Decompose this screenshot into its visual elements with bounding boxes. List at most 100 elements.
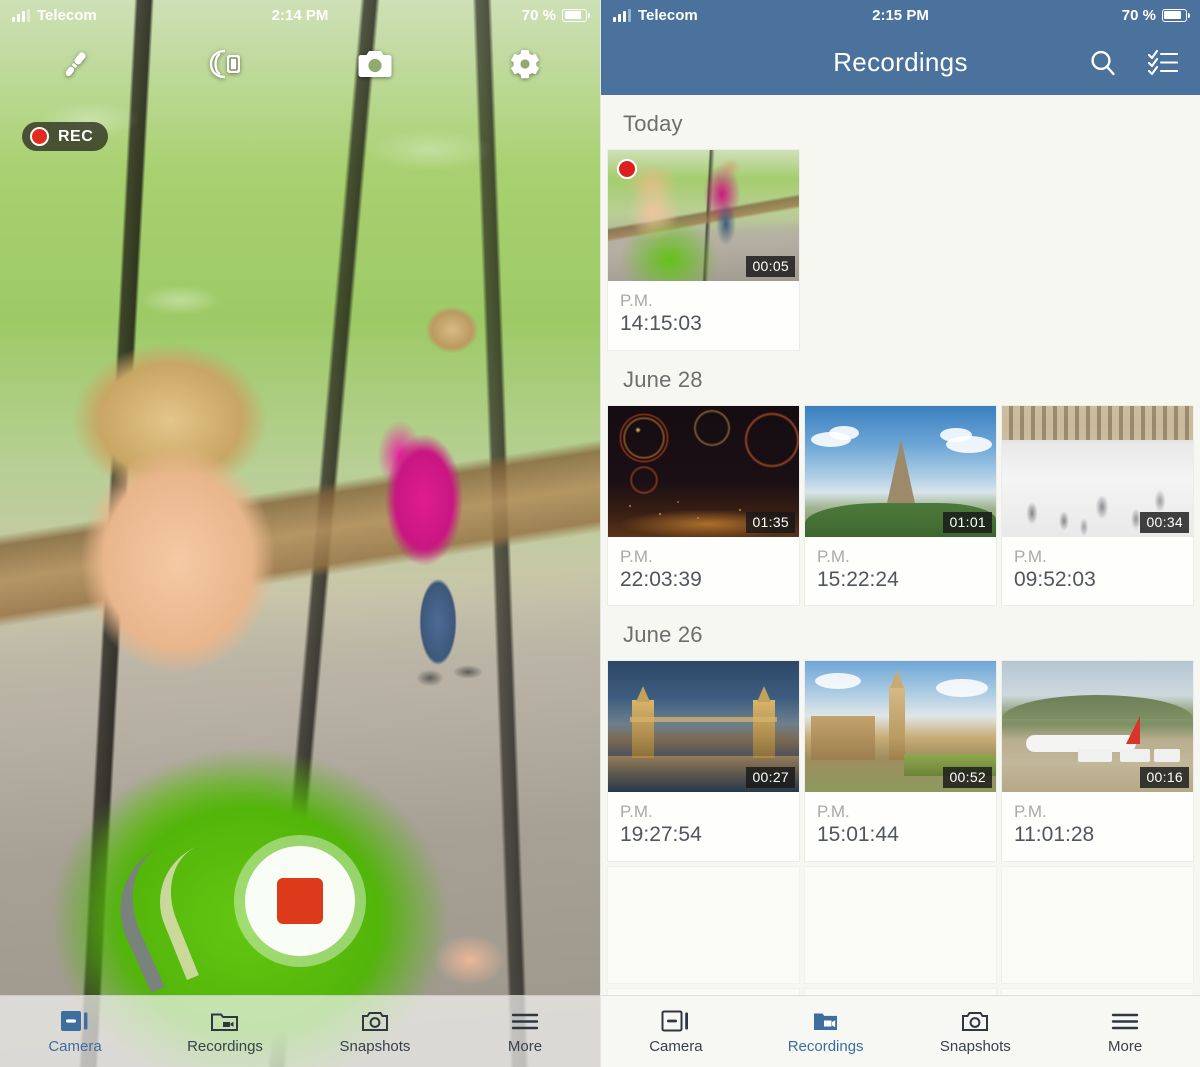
cloud-shape — [829, 425, 859, 440]
status-bar-left: Telecom 2:14 PM 70 % — [0, 0, 600, 30]
recording-ampm: P.M. — [817, 802, 850, 821]
bus-shape — [1120, 749, 1150, 762]
rec-status-badge: REC — [22, 122, 109, 151]
tab-recordings[interactable]: Recordings — [150, 996, 300, 1067]
recording-active-dot-icon — [617, 159, 637, 179]
recording-card[interactable]: 00:16 P.M. 11:01:28 — [1001, 660, 1194, 862]
carrier-label: Telecom — [638, 6, 698, 24]
bridge-tower-shape — [632, 700, 654, 758]
recording-meta: P.M. 15:22:24 — [805, 537, 996, 606]
recording-thumbnail: 00:52 — [805, 661, 996, 792]
empty-cell — [1001, 865, 1194, 984]
recordings-list[interactable]: Today 00:05 P.M. 14:15:03 June 28 01:35 … — [601, 95, 1200, 995]
tab-camera-label: Camera — [649, 1038, 703, 1055]
duration-badge: 00:27 — [746, 767, 795, 788]
flashlight-icon — [58, 47, 92, 81]
battery-percent-label: 70 % — [521, 6, 556, 24]
bridge-tower-shape — [753, 700, 775, 758]
folder-video-icon — [811, 1009, 841, 1033]
recording-ampm: P.M. — [620, 291, 653, 310]
hill-shape — [1002, 695, 1193, 719]
shutter-inner-circle — [245, 846, 355, 956]
photo-camera-icon — [960, 1009, 990, 1033]
hamburger-icon — [1110, 1009, 1140, 1033]
camera-view-icon — [60, 1009, 90, 1033]
recording-meta: P.M. 14:15:03 — [608, 281, 799, 350]
recording-thumbnail: 01:35 — [608, 405, 799, 537]
recording-time: 14:15:03 — [620, 312, 702, 336]
camera-icon — [357, 49, 393, 79]
recordings-grid-june-26: 00:27 P.M. 19:27:54 00:52 P.M. 15:01:44 … — [601, 660, 1200, 862]
duration-badge: 00:05 — [746, 256, 795, 277]
recordings-grid-today: 00:05 P.M. 14:15:03 — [601, 149, 1200, 351]
section-header-today: Today — [623, 111, 683, 136]
status-clock: 2:15 PM — [872, 6, 929, 24]
flashlight-button[interactable] — [0, 47, 150, 81]
camera-toolbar — [0, 38, 600, 90]
status-battery-group: 70 % — [402, 7, 600, 24]
stop-recording-button[interactable] — [234, 835, 366, 967]
search-icon[interactable] — [1088, 48, 1118, 78]
recording-time: 22:03:39 — [620, 567, 702, 591]
recording-card[interactable]: 01:35 P.M. 22:03:39 — [607, 404, 800, 606]
tab-recordings-label: Recordings — [187, 1038, 263, 1055]
status-bar-right: Telecom 2:15 PM 70 % — [601, 0, 1200, 30]
rec-label: REC — [58, 127, 94, 145]
recording-card[interactable]: 00:05 P.M. 14:15:03 — [607, 149, 800, 351]
snapshot-button[interactable] — [300, 49, 450, 79]
tab-camera[interactable]: Camera — [0, 996, 150, 1067]
recording-card[interactable]: 01:01 P.M. 15:22:24 — [804, 404, 997, 606]
stop-square-icon — [277, 878, 323, 924]
duration-badge: 01:01 — [943, 511, 992, 533]
tab-camera[interactable]: Camera — [601, 996, 751, 1067]
recording-card[interactable]: 00:27 P.M. 19:27:54 — [607, 660, 800, 862]
checklist-icon[interactable] — [1148, 49, 1178, 77]
settings-button[interactable] — [450, 47, 600, 81]
recording-time: 15:22:24 — [817, 567, 899, 591]
folder-video-icon — [210, 1009, 240, 1033]
recording-time: 11:01:28 — [1014, 823, 1095, 847]
dual-phone-screenshot: Telecom 2:14 PM 70 % REC Camera Recordin… — [0, 0, 1200, 1067]
tab-bar-left: Camera Recordings Snapshots More — [0, 995, 600, 1067]
recording-ampm: P.M. — [620, 546, 653, 566]
empty-cell — [804, 865, 997, 984]
status-carrier-group-right: Telecom — [601, 7, 799, 24]
gear-icon — [508, 47, 542, 81]
recordings-grid-june-28: 01:35 P.M. 22:03:39 01:01 P.M. 15:22:24 … — [601, 404, 1200, 606]
nav-title-row: Recordings — [601, 30, 1200, 95]
tab-snapshots[interactable]: Snapshots — [901, 996, 1051, 1067]
recording-thumbnail: 01:01 — [805, 405, 996, 537]
tab-snapshots[interactable]: Snapshots — [300, 996, 450, 1067]
status-clock: 2:14 PM — [271, 6, 329, 24]
camera-view-icon — [661, 1009, 691, 1033]
cloud-shape — [815, 673, 861, 689]
tab-bar-right: Camera Recordings Snapshots More — [601, 995, 1200, 1067]
rec-dot-icon — [30, 127, 49, 146]
recording-meta: P.M. 09:52:03 — [1002, 537, 1193, 606]
tab-more-label: More — [507, 1038, 543, 1055]
battery-percent-label: 70 % — [1121, 6, 1156, 24]
empty-placeholder-row — [601, 865, 1200, 984]
section-header-june-26: June 26 — [623, 622, 703, 647]
section-header-june-28: June 28 — [623, 366, 703, 392]
empty-placeholder-row — [601, 987, 1200, 995]
empty-cell — [607, 865, 800, 984]
tab-recordings[interactable]: Recordings — [751, 996, 901, 1067]
recording-thumbnail: 00:16 — [1002, 661, 1193, 792]
signal-bars-icon — [12, 8, 30, 22]
signal-bars-icon — [613, 8, 631, 22]
tab-more[interactable]: More — [1050, 996, 1200, 1067]
empty-cell — [607, 987, 800, 995]
camera-screen: Telecom 2:14 PM 70 % REC Camera Recordin… — [0, 0, 600, 1067]
nav-actions — [1088, 48, 1178, 78]
recording-ampm: P.M. — [817, 546, 850, 566]
recording-card[interactable]: 00:34 P.M. 09:52:03 — [1001, 404, 1194, 606]
bus-shape — [1154, 749, 1180, 762]
recording-thumbnail: 00:27 — [608, 661, 799, 792]
status-carrier-group: Telecom — [0, 7, 198, 24]
flip-camera-button[interactable] — [150, 48, 300, 80]
carrier-label: Telecom — [37, 6, 97, 24]
recording-card[interactable]: 00:52 P.M. 15:01:44 — [804, 660, 997, 862]
cloud-shape — [940, 427, 972, 442]
tab-more[interactable]: More — [450, 996, 600, 1067]
